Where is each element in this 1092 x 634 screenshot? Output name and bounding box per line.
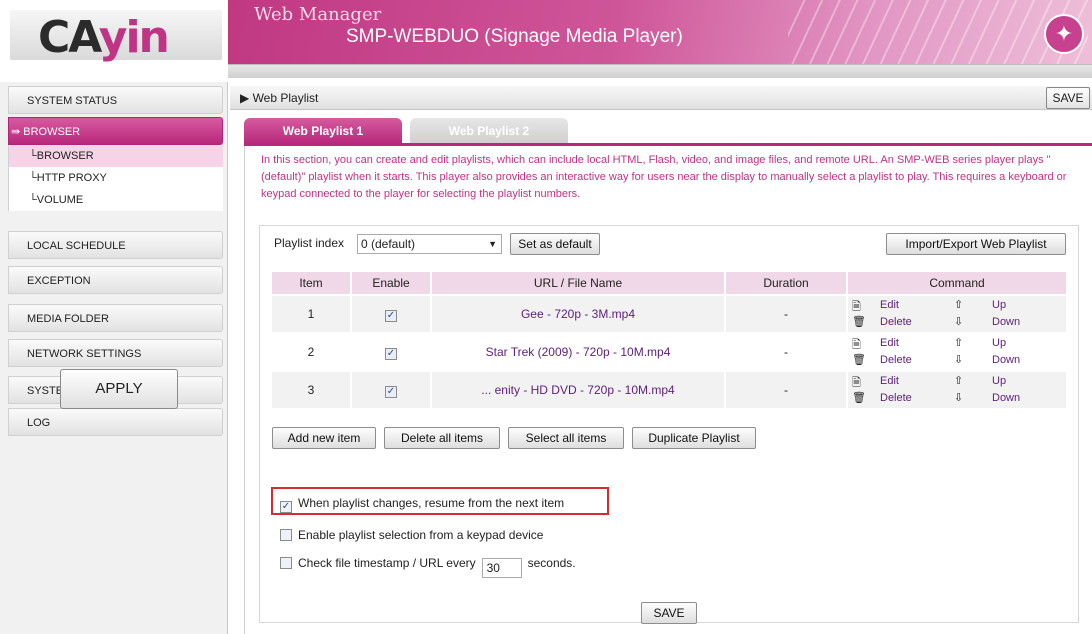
up-link[interactable]: Up — [992, 337, 1006, 349]
enable-checkbox[interactable]: ✓ — [385, 347, 397, 360]
sidebar-item-log[interactable]: LOG — [8, 408, 223, 436]
delete-link[interactable]: Delete — [880, 354, 912, 366]
logo-area: CAyin — [0, 0, 228, 78]
down-arrow-icon[interactable]: ⇩ — [954, 391, 963, 404]
header-decoration — [788, 0, 1088, 64]
command-cell: 🗎 Edit 🗑 Delete ⇧ Up ⇩ Down — [848, 332, 1068, 370]
enable-checkbox[interactable]: ✓ — [385, 309, 397, 322]
check-timestamp-option: Check file timestamp / URL every 30 second… — [280, 556, 576, 578]
import-export-button[interactable]: Import/Export Web Playlist — [886, 233, 1066, 255]
trash-icon[interactable]: 🗑 — [852, 315, 866, 328]
delete-link[interactable]: Delete — [880, 316, 912, 328]
column-header-duration: Duration — [726, 272, 848, 294]
up-arrow-icon[interactable]: ⇧ — [954, 298, 963, 311]
sidebar: SYSTEM STATUS ⇛ BROWSER └BROWSER └HTTP P… — [0, 82, 228, 634]
item-number: 3 — [272, 370, 352, 408]
duration: - — [726, 332, 848, 370]
breadcrumb: ▶ Web Playlist — [240, 91, 319, 105]
sidebar-item-system-status[interactable]: SYSTEM STATUS — [8, 86, 223, 114]
down-link[interactable]: Down — [992, 316, 1020, 328]
playlist-index-select[interactable]: 0 (default) ▼ — [357, 234, 502, 254]
sidebar-item-browser[interactable]: ⇛ BROWSER — [8, 117, 223, 145]
select-all-items-button[interactable]: Select all items — [508, 427, 624, 449]
down-link[interactable]: Down — [992, 354, 1020, 366]
delete-all-items-button[interactable]: Delete all items — [384, 427, 500, 449]
file-name: Star Trek (2009) - 720p - 10M.mp4 — [432, 332, 726, 370]
item-number: 2 — [272, 332, 352, 370]
down-arrow-icon[interactable]: ⇩ — [954, 353, 963, 366]
edit-link[interactable]: Edit — [880, 375, 899, 387]
up-arrow-icon[interactable]: ⇧ — [954, 374, 963, 387]
set-default-button[interactable]: Set as default — [510, 233, 600, 255]
playlist-box: Playlist index 0 (default) ▼ Set as defa… — [259, 225, 1079, 623]
description-text: In this section, you can create and edit… — [261, 154, 1067, 200]
header-title: Web Manager — [254, 4, 382, 25]
header-subtitle: SMP-WEBDUO (Signage Media Player) — [346, 26, 683, 47]
sidebar-item-network-settings[interactable]: NETWORK SETTINGS — [8, 339, 223, 367]
edit-link[interactable]: Edit — [880, 299, 899, 311]
command-cell: 🗎 Edit 🗑 Delete ⇧ Up ⇩ Down — [848, 294, 1068, 332]
app-header: Web Manager SMP-WEBDUO (Signage Media Pl… — [228, 0, 1092, 64]
sidebar-subitem-browser[interactable]: └BROWSER — [9, 145, 223, 167]
cayin-logo: CAyin — [38, 12, 170, 63]
keypad-checkbox[interactable] — [280, 529, 292, 541]
expand-arrow-icon: ⇛ — [11, 126, 24, 138]
column-header-command: Command — [848, 272, 1068, 294]
column-header-enable: Enable — [352, 272, 432, 294]
table-row: 1 ✓ Gee - 720p - 3M.mp4 - 🗎 Edit 🗑 Delet… — [272, 294, 1068, 332]
header-underbar — [228, 64, 1092, 78]
file-name: ... enity - HD DVD - 720p - 10M.mp4 — [432, 370, 726, 408]
highlight-box — [271, 487, 609, 515]
duplicate-playlist-button[interactable]: Duplicate Playlist — [632, 427, 756, 449]
item-number: 1 — [272, 294, 352, 332]
check-timestamp-checkbox[interactable] — [280, 557, 292, 569]
command-cell: 🗎 Edit 🗑 Delete ⇧ Up ⇩ Down — [848, 370, 1068, 408]
down-link[interactable]: Down — [992, 392, 1020, 404]
trash-icon[interactable]: 🗑 — [852, 353, 866, 366]
sidebar-item-local-schedule[interactable]: LOCAL SCHEDULE — [8, 231, 223, 259]
bottom-save-button[interactable]: SAVE — [641, 602, 697, 624]
tab-web-playlist-2[interactable]: Web Playlist 2 — [410, 118, 568, 144]
breadcrumb-bar: ▶ Web Playlist SAVE — [230, 86, 1092, 110]
table-row: 2 ✓ Star Trek (2009) - 720p - 10M.mp4 - … — [272, 332, 1068, 370]
wand-icon: ✦ — [1044, 14, 1084, 54]
sidebar-subitem-http-proxy[interactable]: └HTTP PROXY — [9, 167, 223, 189]
up-link[interactable]: Up — [992, 299, 1006, 311]
file-name: Gee - 720p - 3M.mp4 — [432, 294, 726, 332]
sidebar-subitems: └BROWSER └HTTP PROXY └VOLUME — [8, 145, 223, 211]
top-save-button[interactable]: SAVE — [1046, 87, 1090, 109]
check-interval-input[interactable]: 30 — [481, 558, 522, 578]
keypad-option: Enable playlist selection from a keypad … — [280, 528, 543, 542]
trash-icon[interactable]: 🗑 — [852, 391, 866, 404]
duration: - — [726, 294, 848, 332]
add-new-item-button[interactable]: Add new item — [272, 427, 376, 449]
sidebar-subitem-volume[interactable]: └VOLUME — [9, 189, 223, 211]
tab-web-playlist-1[interactable]: Web Playlist 1 — [244, 118, 402, 144]
playlist-index-label: Playlist index — [274, 236, 345, 250]
column-header-file: URL / File Name — [432, 272, 726, 294]
playlist-table: Item Enable URL / File Name Duration Com… — [272, 272, 1068, 408]
edit-link[interactable]: Edit — [880, 337, 899, 349]
down-arrow-icon[interactable]: ⇩ — [954, 315, 963, 328]
play-arrow-icon: ▶ — [240, 91, 253, 105]
dropdown-arrow-icon: ▼ — [488, 239, 497, 249]
table-row: 3 ✓ ... enity - HD DVD - 720p - 10M.mp4 … — [272, 370, 1068, 408]
up-link[interactable]: Up — [992, 375, 1006, 387]
sidebar-item-exception[interactable]: EXCEPTION — [8, 266, 223, 294]
column-header-item: Item — [272, 272, 352, 294]
apply-button[interactable]: APPLY — [60, 369, 178, 409]
duration: - — [726, 370, 848, 408]
main-panel: In this section, you can create and edit… — [244, 146, 1092, 634]
up-arrow-icon[interactable]: ⇧ — [954, 336, 963, 349]
sidebar-item-media-folder[interactable]: MEDIA FOLDER — [8, 304, 223, 332]
enable-checkbox[interactable]: ✓ — [385, 385, 397, 398]
delete-link[interactable]: Delete — [880, 392, 912, 404]
